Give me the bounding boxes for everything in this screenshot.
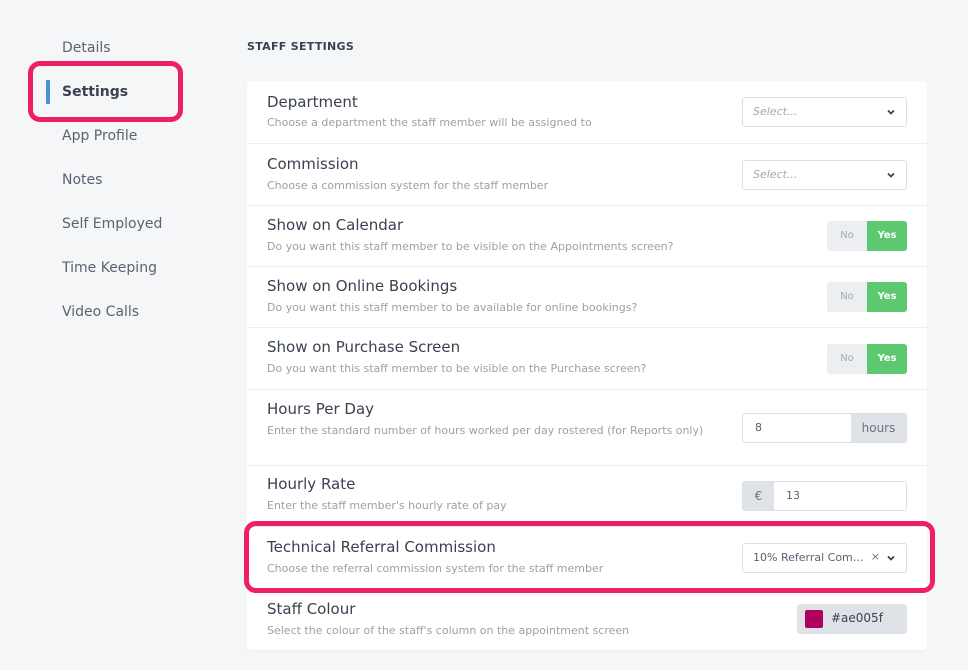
row-desc: Choose a commission system for the staff… bbox=[267, 179, 549, 192]
row-title: Hourly Rate bbox=[267, 475, 356, 493]
row-desc: Choose the referral commission system fo… bbox=[267, 562, 604, 575]
colour-hex-value: #ae005f bbox=[831, 611, 883, 625]
hours-per-day-input-group: 8 hours bbox=[742, 413, 907, 443]
row-desc: Choose a department the staff member wil… bbox=[267, 116, 592, 129]
row-hourly-rate: Hourly Rate Enter the staff member's hou… bbox=[247, 465, 927, 526]
referral-commission-select[interactable]: 10% Referral Commission × bbox=[742, 543, 907, 573]
row-title: Technical Referral Commission bbox=[267, 538, 496, 556]
hours-per-day-input[interactable]: 8 bbox=[743, 414, 851, 442]
colour-swatch[interactable] bbox=[805, 610, 823, 628]
select-value: 10% Referral Commission bbox=[753, 551, 871, 564]
row-show-on-online-bookings: Show on Online Bookings Do you want this… bbox=[247, 266, 927, 327]
chevron-down-icon bbox=[887, 172, 895, 178]
settings-card: Department Choose a department the staff… bbox=[247, 81, 927, 650]
row-desc: Do you want this staff member to be visi… bbox=[267, 240, 674, 253]
row-hours-per-day: Hours Per Day Enter the standard number … bbox=[247, 389, 927, 465]
sidebar-item-details[interactable]: Details bbox=[62, 38, 111, 58]
sidebar-item-app-profile[interactable]: App Profile bbox=[62, 126, 137, 146]
sidebar: Details Settings App Profile Notes Self … bbox=[0, 0, 220, 670]
toggle-yes-option[interactable]: Yes bbox=[867, 221, 907, 251]
row-title: Department bbox=[267, 93, 358, 111]
hourly-rate-input[interactable]: 13 bbox=[774, 482, 906, 510]
row-show-on-calendar: Show on Calendar Do you want this staff … bbox=[247, 205, 927, 266]
online-bookings-toggle[interactable]: No Yes bbox=[827, 282, 907, 312]
chevron-down-icon bbox=[887, 555, 895, 561]
active-indicator bbox=[46, 80, 50, 104]
row-title: Show on Calendar bbox=[267, 216, 404, 234]
row-technical-referral-commission: Technical Referral Commission Choose the… bbox=[247, 526, 927, 588]
row-desc: Select the colour of the staff's column … bbox=[267, 624, 630, 637]
toggle-yes-option[interactable]: Yes bbox=[867, 282, 907, 312]
toggle-no-option[interactable]: No bbox=[827, 221, 867, 251]
sidebar-item-time-keeping[interactable]: Time Keeping bbox=[62, 258, 157, 278]
toggle-no-option[interactable]: No bbox=[827, 282, 867, 312]
commission-select[interactable]: Select... bbox=[742, 160, 907, 190]
department-select[interactable]: Select... bbox=[742, 97, 907, 127]
sidebar-item-settings[interactable]: Settings bbox=[62, 82, 128, 102]
chevron-down-icon bbox=[887, 109, 895, 115]
select-placeholder: Select... bbox=[753, 105, 798, 118]
select-placeholder: Select... bbox=[753, 168, 798, 181]
purchase-screen-toggle[interactable]: No Yes bbox=[827, 344, 907, 374]
row-desc: Enter the standard number of hours worke… bbox=[267, 424, 704, 437]
row-desc: Do you want this staff member to be visi… bbox=[267, 362, 647, 375]
row-staff-colour: Staff Colour Select the colour of the st… bbox=[247, 588, 927, 650]
row-show-on-purchase-screen: Show on Purchase Screen Do you want this… bbox=[247, 327, 927, 389]
section-title: STAFF SETTINGS bbox=[247, 40, 355, 53]
row-desc: Enter the staff member's hourly rate of … bbox=[267, 499, 507, 512]
sidebar-item-video-calls[interactable]: Video Calls bbox=[62, 302, 139, 322]
sidebar-item-notes[interactable]: Notes bbox=[62, 170, 102, 190]
hourly-rate-input-group: € 13 bbox=[742, 481, 907, 511]
row-title: Staff Colour bbox=[267, 600, 356, 618]
toggle-yes-option[interactable]: Yes bbox=[867, 344, 907, 374]
row-title: Commission bbox=[267, 155, 359, 173]
currency-addon: € bbox=[743, 482, 774, 510]
row-department: Department Choose a department the staff… bbox=[247, 81, 927, 143]
calendar-toggle[interactable]: No Yes bbox=[827, 221, 907, 251]
row-title: Hours Per Day bbox=[267, 400, 375, 418]
row-commission: Commission Choose a commission system fo… bbox=[247, 143, 927, 205]
hours-unit-addon: hours bbox=[851, 414, 906, 442]
staff-colour-picker[interactable]: #ae005f bbox=[797, 604, 907, 634]
clear-icon[interactable]: × bbox=[871, 550, 880, 563]
row-title: Show on Purchase Screen bbox=[267, 338, 461, 356]
row-title: Show on Online Bookings bbox=[267, 277, 458, 295]
row-desc: Do you want this staff member to be avai… bbox=[267, 301, 638, 314]
sidebar-item-self-employed[interactable]: Self Employed bbox=[62, 214, 162, 234]
toggle-no-option[interactable]: No bbox=[827, 344, 867, 374]
